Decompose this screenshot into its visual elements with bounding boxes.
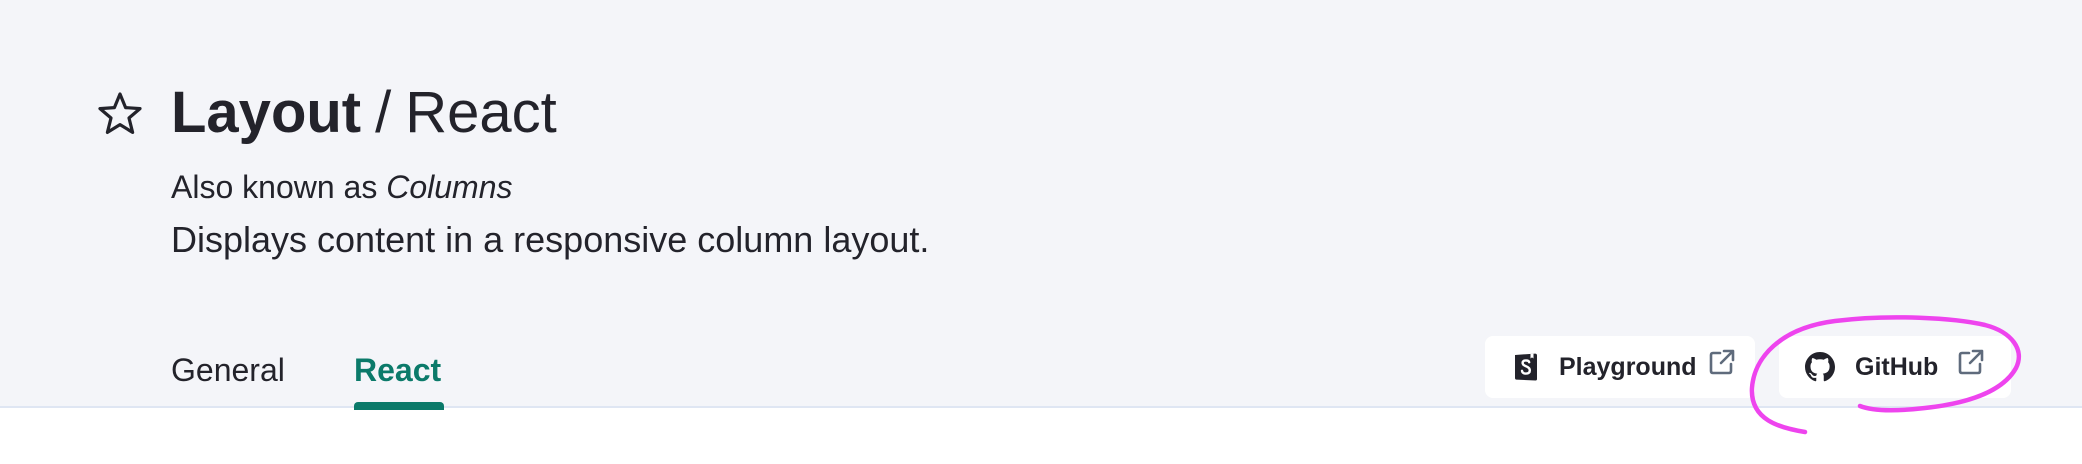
star-icon[interactable]	[96, 90, 144, 138]
title-component-name: Layout	[171, 80, 362, 145]
page-title: Layout / React	[171, 78, 557, 148]
playground-label: Playground	[1559, 353, 1697, 381]
title-framework: React	[405, 80, 557, 145]
active-tab-indicator	[354, 402, 444, 410]
title-separator: /	[375, 80, 392, 145]
storybook-icon	[1515, 353, 1537, 381]
aka-prefix: Also known as	[171, 169, 387, 205]
github-icon	[1805, 352, 1835, 382]
tab-react[interactable]: React	[354, 350, 441, 390]
page-header: Layout / React Also known as Columns Displ…	[0, 0, 2082, 410]
also-known-as: Also known as Columns	[171, 167, 512, 207]
aka-name: Columns	[386, 169, 513, 205]
external-link-icon	[1958, 349, 1984, 375]
tab-general[interactable]: General	[171, 350, 285, 390]
external-link-icon	[1709, 349, 1735, 375]
playground-link-button[interactable]: Playground	[1485, 336, 1755, 398]
github-label: GitHub	[1855, 353, 1939, 381]
github-link-button[interactable]: GitHub	[1779, 336, 2011, 398]
page-description: Displays content in a responsive column …	[171, 219, 930, 260]
